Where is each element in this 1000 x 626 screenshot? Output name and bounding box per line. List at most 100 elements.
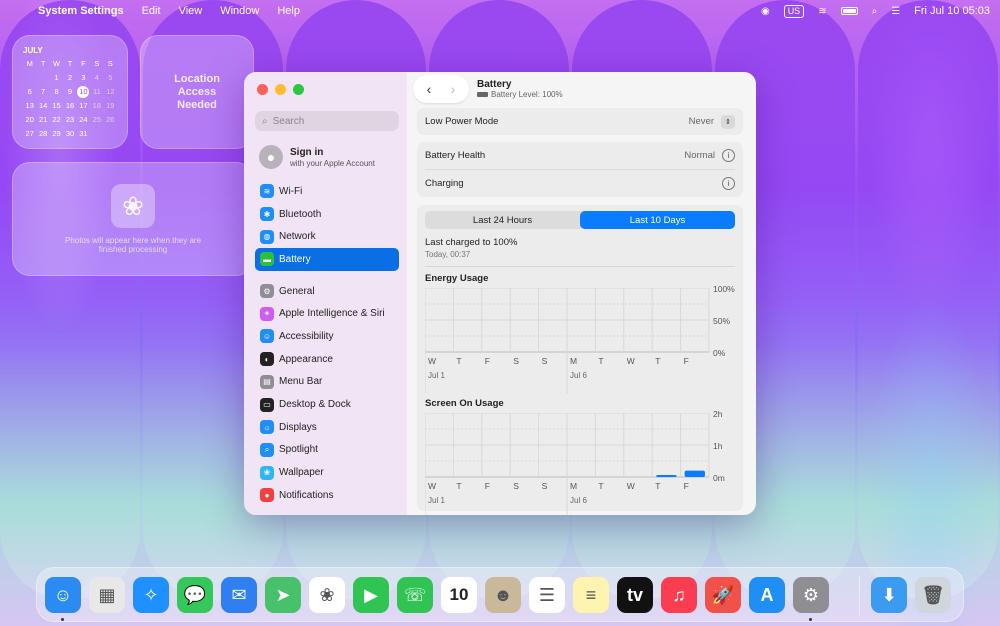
calendar-icon[interactable]: 10 (441, 577, 477, 613)
zoom-button[interactable] (293, 84, 304, 95)
signin-subtitle: with your Apple Account (290, 158, 375, 168)
x-tick-label: S (541, 356, 548, 366)
mail-icon[interactable]: ✉ (221, 577, 257, 613)
sidebar-item-accessibility[interactable]: ☺ Accessibility (255, 325, 399, 348)
x-tick-label: W (626, 481, 635, 491)
reminders-icon[interactable]: ☰ (529, 577, 565, 613)
forward-button[interactable]: › (441, 81, 465, 97)
calendar-day: 27 (25, 129, 34, 138)
back-button[interactable]: ‹ (417, 81, 441, 97)
apple-account-signin[interactable]: ● Sign in with your Apple Account (255, 143, 399, 171)
photos-icon[interactable]: ❀ (309, 577, 345, 613)
sidebar-item-wallpaper[interactable]: ❀ Wallpaper (255, 461, 399, 484)
sidebar-item-general[interactable]: ⚙ General (255, 280, 399, 303)
minimize-button[interactable] (275, 84, 286, 95)
sidebar-item-label: Appearance (279, 353, 333, 365)
finder-icon[interactable]: ☺ (45, 577, 81, 613)
calendar-weekday: W (53, 59, 61, 68)
search-input[interactable]: ⌕ Search (255, 111, 399, 131)
location-widget[interactable]: Location Access Needed (140, 35, 254, 149)
avatar-icon: ● (259, 145, 283, 169)
rocket-icon[interactable]: 🚀 (705, 577, 741, 613)
system-settings-icon[interactable]: ⚙ (793, 577, 829, 613)
sidebar-item-appearance[interactable]: ◐ Appearance (255, 348, 399, 371)
calendar-day: 9 (67, 87, 73, 96)
sidebar-item-displays[interactable]: ☼ Displays (255, 416, 399, 439)
wifi-status-icon[interactable]: ≋ (818, 6, 826, 17)
sidebar-item-bluetooth[interactable]: ✱ Bluetooth (255, 203, 399, 226)
close-button[interactable] (257, 84, 268, 95)
launchpad-icon[interactable]: ▦ (89, 577, 125, 613)
sidebar-item-label: Network (279, 231, 316, 243)
calendar-widget[interactable]: JULY M T W T F S S 1 2 3 4 5 6 7 8 9 10 11 12 13 14 15 16 17 18 1… (12, 35, 128, 149)
sidebar-item-wi-fi[interactable]: ≋ Wi-Fi (255, 180, 399, 203)
calendar-day: 2 (67, 73, 73, 82)
control-center-icon[interactable]: ☰ (891, 6, 900, 17)
tab-last-24-hours[interactable]: Last 24 Hours (425, 211, 580, 229)
info-icon[interactable]: i (722, 177, 735, 190)
appstore-icon[interactable]: A (749, 577, 785, 613)
contacts-icon[interactable]: ☻ (485, 577, 521, 613)
low-power-select[interactable]: Never ⇕ (688, 114, 735, 129)
safari-icon[interactable]: ✧ (133, 577, 169, 613)
menubar-clock[interactable]: Fri Jul 10 05:03 (914, 5, 990, 17)
calendar-day: 14 (38, 101, 48, 110)
sidebar-item-notifications[interactable]: ● Notifications (255, 484, 399, 507)
spotlight-search-icon[interactable]: ⌕ (872, 6, 878, 17)
low-power-value: Never (688, 116, 714, 127)
appearance-icon: ◐ (260, 352, 274, 367)
calendar-day: 11 (92, 87, 101, 96)
messages-icon[interactable]: 💬 (177, 577, 213, 613)
y-tick-label: 1h (713, 441, 723, 451)
menu-help[interactable]: Help (277, 5, 300, 17)
phone-icon[interactable]: ☏ (397, 577, 433, 613)
sidebar-item-apple-intelligence-siri[interactable]: ✦ Apple Intelligence & Siri (255, 302, 399, 325)
battery-status-icon[interactable] (840, 7, 858, 15)
appletv-icon[interactable]: tv (617, 577, 653, 613)
calendar-day: 18 (92, 101, 102, 110)
navigation-buttons: ‹ › (413, 75, 469, 103)
sidebar-item-desktop-dock[interactable]: ▭ Desktop & Dock (255, 393, 399, 416)
screen-record-icon[interactable]: ◉ (761, 6, 770, 17)
calendar-day: 29 (52, 129, 61, 138)
music-icon[interactable]: ♫ (661, 577, 697, 613)
input-source-badge[interactable]: US (783, 4, 805, 18)
trash-icon[interactable]: 🗑 (915, 577, 951, 613)
notes-icon[interactable]: ≡ (573, 577, 609, 613)
menu-app-name[interactable]: System Settings (38, 5, 124, 17)
calendar-day: 26 (106, 115, 115, 124)
facetime-icon[interactable]: ▶ (353, 577, 389, 613)
energy-usage-chart: 100% 50% 0% W T F S S M T W T F Jul 1 Jul 6 (425, 284, 735, 394)
wifi-icon: ≋ (260, 184, 274, 199)
tab-last-10-days[interactable]: Last 10 Days (580, 211, 735, 229)
notifications-icon: ● (260, 488, 274, 503)
info-icon[interactable]: i (722, 149, 735, 162)
menu-edit[interactable]: Edit (142, 5, 161, 17)
screen-on-usage-title: Screen On Usage (425, 398, 504, 409)
menu-window[interactable]: Window (220, 5, 259, 17)
sidebar-item-network[interactable]: ◍ Network (255, 225, 399, 248)
maps-icon[interactable]: ➤ (265, 577, 301, 613)
bluetooth-icon: ✱ (260, 207, 274, 222)
sidebar-item-spotlight[interactable]: ⌕ Spotlight (255, 439, 399, 462)
calendar-day: 15 (52, 101, 61, 110)
time-range-segmented-control: Last 24 Hours Last 10 Days (425, 211, 735, 229)
photos-widget[interactable]: ❀ Photos will appear here when they are … (12, 162, 254, 276)
calendar-day: 17 (79, 101, 88, 110)
y-tick-label: 2h (713, 409, 723, 419)
x-tick-label: S (513, 356, 519, 366)
sidebar-item-label: Wallpaper (279, 467, 324, 479)
sidebar-item-label: Wi-Fi (279, 185, 303, 197)
battery-level-text: Battery Level: 100% (491, 90, 563, 99)
menu-view[interactable]: View (179, 5, 203, 17)
running-indicator (61, 618, 64, 621)
downloads-folder-icon[interactable]: ⬇ (871, 577, 907, 613)
chart-bar (656, 475, 677, 477)
low-power-row: Low Power Mode Never ⇕ (417, 108, 743, 135)
x-tick-label: F (484, 481, 490, 491)
sidebar-item-battery[interactable]: ▬ Battery (255, 248, 399, 271)
sidebar-group-system: ⚙ General ✦ Apple Intelligence & Siri ☺ Acces… (255, 280, 399, 507)
sidebar-item-menu-bar[interactable]: ▤ Menu Bar (255, 371, 399, 394)
low-power-card: Low Power Mode Never ⇕ (417, 108, 743, 135)
battery-health-label: Battery Health (425, 150, 486, 161)
